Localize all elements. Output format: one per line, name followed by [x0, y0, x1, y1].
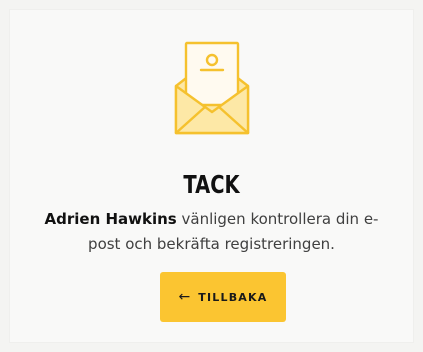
message-line2-text: post och bekräfta registreringen. [88, 235, 335, 253]
user-name: Adrien Hawkins [44, 210, 177, 228]
envelope-letter-icon [174, 41, 250, 135]
confirmation-message: Adrien Hawkins vänligen kontrollera din … [20, 207, 403, 257]
confirmation-page: TACK Adrien Hawkins vänligen kontrollera… [0, 0, 423, 352]
back-button[interactable]: ← TILLBAKA [160, 272, 286, 322]
message-line1-text: vänligen kontrollera din e- [176, 210, 379, 228]
arrow-left-icon: ← [178, 289, 191, 305]
page-title: TACK [183, 170, 240, 199]
back-button-label: TILLBAKA [198, 290, 268, 304]
